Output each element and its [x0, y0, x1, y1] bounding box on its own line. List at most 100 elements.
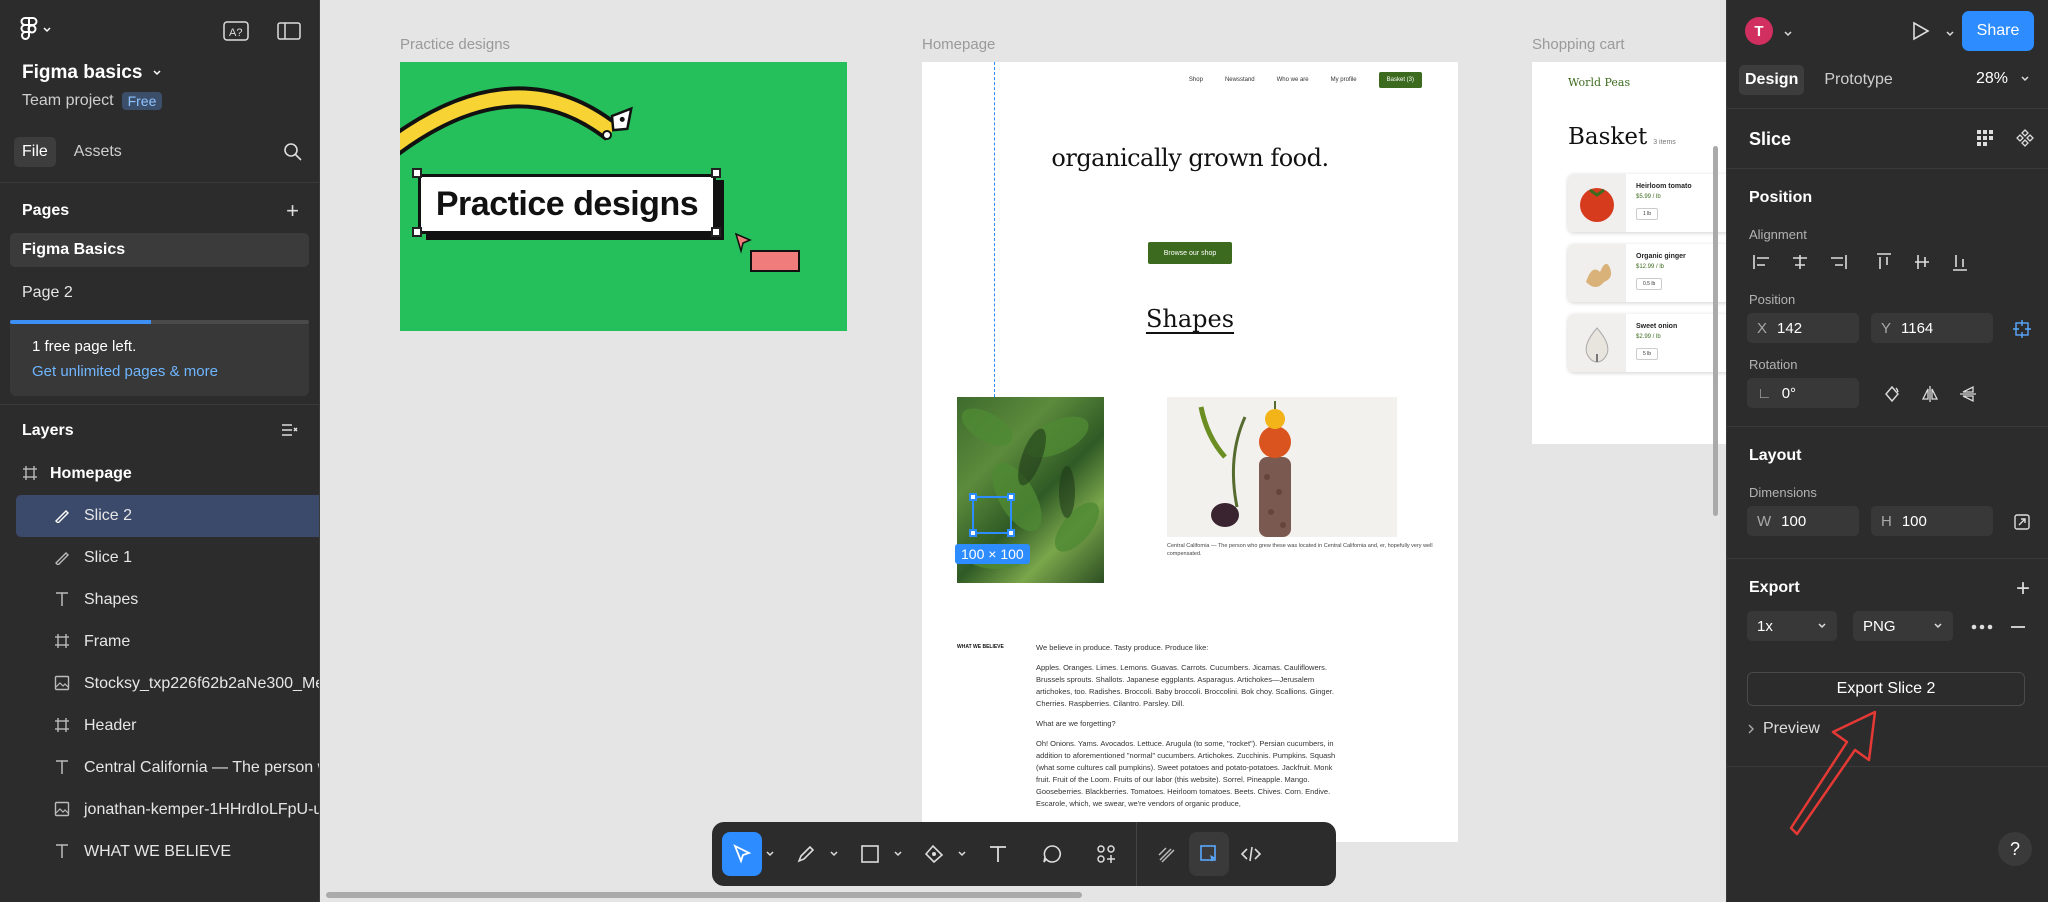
main-menu-button[interactable] [20, 16, 52, 46]
tab-assets[interactable]: Assets [66, 137, 130, 167]
pen-tool-button[interactable] [914, 832, 954, 876]
cart-item[interactable]: Heirloom tomato $5.99 / lb 1 lb [1568, 174, 1726, 232]
cart-item-qty[interactable]: 5 lb [1636, 348, 1659, 360]
tab-file[interactable]: File [14, 137, 56, 167]
chevron-down-icon[interactable] [954, 832, 970, 876]
frame-shopping-cart[interactable]: World Peas Basket 3 items Heirloom tomato… [1532, 62, 1726, 444]
nav-newsstand[interactable]: Newsstand [1225, 77, 1255, 83]
vegetables-image[interactable] [1167, 397, 1397, 537]
align-center-v-icon[interactable] [1907, 248, 1937, 276]
frame-homepage[interactable]: Shop Newsstand Who we are My profile Bas… [922, 62, 1458, 842]
nav-basket-button[interactable]: Basket (3) [1378, 72, 1422, 88]
layer-frame[interactable]: Frame [0, 621, 319, 663]
dev-mode-button[interactable] [1231, 832, 1271, 876]
tab-prototype[interactable]: Prototype [1818, 65, 1898, 95]
layer-header[interactable]: Header [0, 705, 319, 747]
layer-jonathan-kemper-image[interactable]: jonathan-kemper-1HHrdIoLFpU-u [0, 789, 319, 831]
chevron-down-icon[interactable] [762, 832, 778, 876]
upsell-link[interactable]: Get unlimited pages & more [32, 363, 287, 380]
canvas-vertical-scrollbar[interactable] [1713, 146, 1718, 516]
pencil-tool-button[interactable] [786, 832, 826, 876]
cart-item-qty[interactable]: 0.5 lb [1636, 278, 1663, 290]
toggle-panel-icon[interactable] [277, 20, 301, 47]
width-field[interactable]: W 100 [1747, 506, 1859, 536]
chevron-down-icon[interactable] [890, 832, 906, 876]
play-icon[interactable] [1909, 20, 1931, 47]
help-button[interactable]: ? [1998, 832, 2032, 866]
resize-handle[interactable] [969, 493, 977, 501]
layer-homepage[interactable]: Homepage [0, 453, 319, 495]
rotate-icon[interactable] [1877, 380, 1907, 408]
export-slice-button[interactable]: Export Slice 2 [1747, 672, 2025, 706]
resize-handle[interactable] [711, 168, 721, 178]
shapes-heading[interactable]: Shapes [922, 305, 1458, 333]
align-bottom-icon[interactable] [1945, 248, 1975, 276]
layer-stocksy-image[interactable]: Stocksy_txp226f62b2aNe300_Me [0, 663, 319, 705]
nav-who-we-are[interactable]: Who we are [1277, 77, 1309, 83]
layer-what-we-believe[interactable]: WHAT WE BELIEVE [0, 831, 319, 873]
shape-tool-button[interactable] [850, 832, 890, 876]
cart-item-qty[interactable]: 1 lb [1636, 208, 1659, 220]
canvas-horizontal-scrollbar[interactable] [326, 892, 1082, 898]
resize-handle[interactable] [969, 529, 977, 537]
align-right-icon[interactable] [1823, 248, 1853, 276]
add-page-icon[interactable]: + [286, 200, 299, 222]
nav-shop[interactable]: Shop [1189, 77, 1203, 83]
layer-shapes[interactable]: Shapes [0, 579, 319, 621]
zoom-dropdown[interactable]: 28% [1976, 70, 2030, 88]
believe-body[interactable]: We believe in produce. Tasty produce. Pr… [1036, 642, 1346, 818]
frame-label-homepage[interactable]: Homepage [922, 36, 995, 53]
image-caption[interactable]: Central California — The person who grew… [1167, 542, 1437, 558]
layer-slice-2[interactable]: Slice 2 [16, 495, 319, 537]
cart-item[interactable]: Organic ginger $12.99 / lb 0.5 lb [1568, 244, 1726, 302]
x-field[interactable]: X 142 [1747, 313, 1859, 343]
more-options-icon[interactable] [1967, 613, 1997, 641]
project-name[interactable]: Team project [22, 92, 114, 110]
cart-item[interactable]: Sweet onion $2.99 / lb 5 lb [1568, 314, 1726, 372]
layer-slice-1[interactable]: Slice 1 [0, 537, 319, 579]
hero-heading[interactable]: organically grown food. [922, 144, 1458, 172]
tab-design[interactable]: Design [1739, 65, 1805, 95]
resize-handle[interactable] [1007, 493, 1015, 501]
resize-to-fit-icon[interactable] [2007, 508, 2037, 536]
avatar[interactable]: T [1745, 17, 1773, 45]
what-we-believe-label[interactable]: WHAT WE BELIEVE [957, 644, 1004, 650]
actions-tool-button[interactable] [1086, 832, 1126, 876]
align-center-h-icon[interactable] [1785, 248, 1815, 276]
design-mode-button[interactable] [1189, 832, 1229, 876]
search-icon[interactable] [283, 142, 303, 167]
draw-mode-button[interactable] [1147, 832, 1187, 876]
collapse-layers-icon[interactable] [281, 421, 299, 441]
browse-shop-button[interactable]: Browse our shop [1148, 242, 1232, 264]
remove-export-icon[interactable] [2003, 613, 2033, 641]
canvas[interactable]: Practice designs Practice designs Homepa… [320, 0, 1726, 902]
constraints-icon[interactable] [2007, 315, 2037, 343]
export-scale-select[interactable]: 1x [1747, 611, 1837, 641]
height-field[interactable]: H 100 [1871, 506, 1993, 536]
resize-handle[interactable] [412, 168, 422, 178]
resize-handle[interactable] [412, 227, 422, 237]
text-tool-button[interactable] [978, 832, 1018, 876]
flip-vertical-icon[interactable] [1953, 380, 1983, 408]
page-item-figma-basics[interactable]: Figma Basics [10, 233, 309, 267]
flip-horizontal-icon[interactable] [1915, 380, 1945, 408]
grid-icon[interactable] [1976, 129, 1994, 152]
align-left-icon[interactable] [1747, 248, 1777, 276]
nav-my-profile[interactable]: My profile [1331, 77, 1357, 83]
rotation-field[interactable]: ∟ 0° [1747, 378, 1859, 408]
page-item-page-2[interactable]: Page 2 [10, 276, 309, 310]
ai-actions-icon[interactable]: A? [223, 20, 249, 47]
resize-handle[interactable] [1007, 529, 1015, 537]
share-button[interactable]: Share [1962, 11, 2034, 51]
chevron-down-icon[interactable] [1945, 26, 1955, 44]
component-icon[interactable] [2016, 129, 2034, 152]
frame-label-cart[interactable]: Shopping cart [1532, 36, 1625, 53]
layer-central-california[interactable]: Central California — The person w [0, 747, 319, 789]
slice-2-selection[interactable] [969, 493, 1015, 537]
frame-practice-designs[interactable]: Practice designs [400, 62, 847, 331]
comment-tool-button[interactable] [1032, 832, 1072, 876]
pink-rectangle[interactable] [750, 250, 800, 272]
chevron-down-icon[interactable] [826, 832, 842, 876]
move-tool-button[interactable] [722, 832, 762, 876]
frame-label-practice[interactable]: Practice designs [400, 36, 510, 53]
